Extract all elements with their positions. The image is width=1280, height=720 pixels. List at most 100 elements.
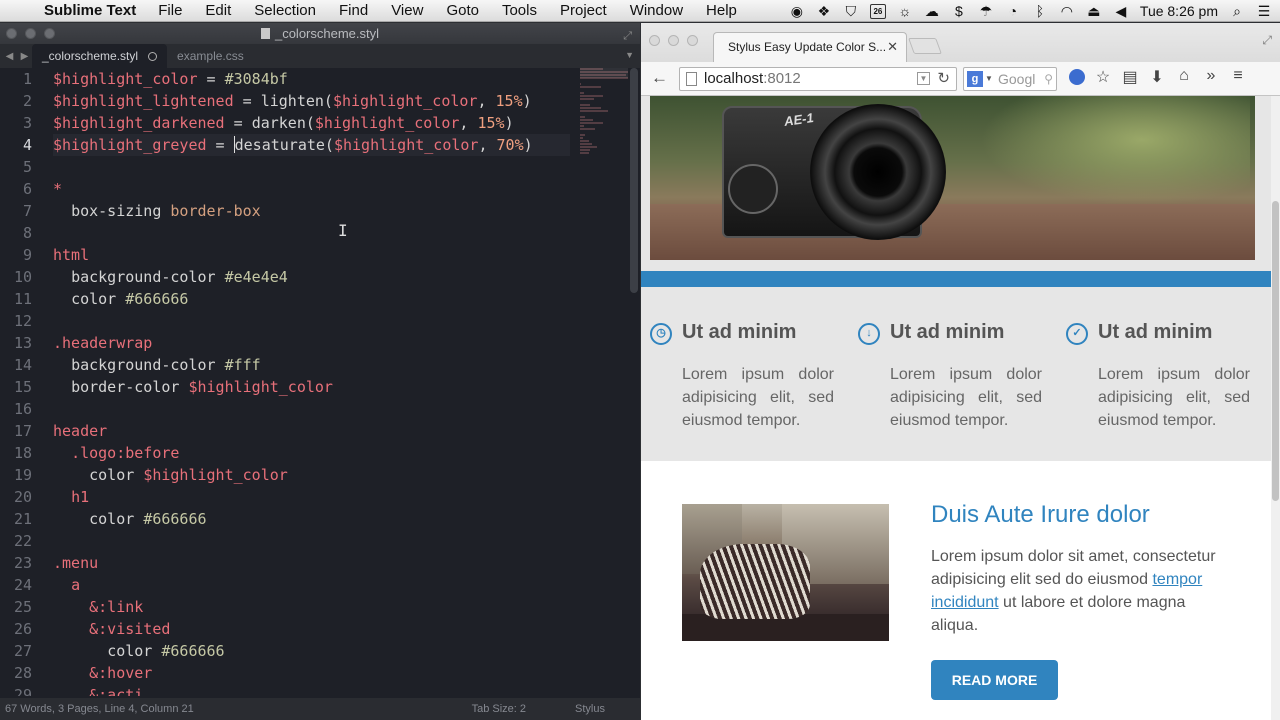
minimap-line [580, 140, 589, 142]
code-line[interactable]: &:hover [53, 662, 570, 684]
dropbox-icon[interactable]: ❖ [816, 3, 832, 20]
code-line[interactable]: .headerwrap [53, 332, 570, 354]
browser-close-button[interactable] [649, 35, 660, 46]
minimap[interactable] [580, 68, 628, 228]
browser-minimize-button[interactable] [668, 35, 679, 46]
menu-edit[interactable]: Edit [205, 2, 231, 19]
code-line[interactable]: $highlight_darkened = darken($highlight_… [53, 112, 570, 134]
eject-icon[interactable]: ⏏ [1086, 3, 1102, 20]
menu-project[interactable]: Project [560, 2, 607, 19]
home-icon[interactable]: ⌂ [1175, 67, 1193, 87]
code-line[interactable]: color #666666 [53, 508, 570, 530]
editor-scrollbar[interactable] [630, 68, 638, 293]
code-line[interactable]: h1 [53, 486, 570, 508]
code-line[interactable]: header [53, 420, 570, 442]
browser-fullscreen-icon[interactable]: ⤢ [1262, 33, 1272, 48]
code-line[interactable] [53, 310, 570, 332]
code-line[interactable]: &:link [53, 596, 570, 618]
code-line[interactable]: color #666666 [53, 640, 570, 662]
shield-icon[interactable]: ⛉ [843, 3, 859, 20]
code-line[interactable] [53, 222, 570, 244]
persona-icon[interactable] [1069, 69, 1085, 85]
syntax-selector[interactable]: Stylus [575, 698, 605, 720]
code-line[interactable]: * [53, 178, 570, 200]
code-line[interactable]: color $highlight_color [53, 464, 570, 486]
calendar-icon[interactable]: 26 [869, 3, 886, 19]
code-line[interactable]: .menu [53, 552, 570, 574]
search-icon[interactable]: ⚲ [1044, 68, 1053, 90]
code-line[interactable]: &:visited [53, 618, 570, 640]
bluetooth-icon[interactable]: ᛒ [1032, 3, 1048, 19]
code-line[interactable] [53, 156, 570, 178]
code-line[interactable]: $highlight_color = #3084bf [53, 68, 570, 90]
tab-next-icon[interactable]: ▶ [21, 51, 29, 62]
overflow-icon[interactable]: » [1202, 67, 1220, 87]
minimize-window-button[interactable] [25, 28, 36, 39]
code-editor[interactable]: 1 2 3 4 5 6 7 8 9 10 11 12 13 14 15 16 17 18 19 20 21 22 23 24 2… [0, 68, 640, 696]
menu-tools[interactable]: Tools [502, 2, 537, 19]
menu-goto[interactable]: Goto [446, 2, 479, 19]
browser-tab[interactable]: Stylus Easy Update Color S... ✕ [713, 32, 907, 62]
code-line[interactable]: border-color $highlight_color [53, 376, 570, 398]
menu-help[interactable]: Help [706, 2, 737, 19]
back-button[interactable]: ← [651, 68, 668, 88]
dollar-icon[interactable]: $ [951, 3, 967, 19]
unsaved-dot-icon[interactable] [148, 51, 158, 61]
umbrella-icon[interactable]: ☂ [978, 3, 994, 20]
clipboard-icon[interactable]: ▤ [1121, 67, 1139, 87]
code-line[interactable]: a [53, 574, 570, 596]
tab-example-css[interactable]: example.css [167, 44, 254, 68]
time-machine-icon[interactable]: ◔ [1005, 3, 1021, 19]
clock[interactable]: Tue 8:26 pm [1140, 3, 1218, 19]
tab-menu-icon[interactable]: ▼ [625, 50, 634, 60]
search-engine-dropdown-icon[interactable]: ▼ [985, 68, 993, 90]
tab-colorscheme[interactable]: _colorscheme.styl [32, 44, 168, 68]
browser-scrollbar[interactable] [1271, 96, 1280, 720]
code-line[interactable]: html [53, 244, 570, 266]
code-line[interactable]: $highlight_lightened = lighten($highligh… [53, 90, 570, 112]
code-line[interactable]: &:acti [53, 684, 570, 696]
code-line[interactable] [53, 398, 570, 420]
google-icon[interactable]: g [967, 71, 983, 87]
close-window-button[interactable] [6, 28, 17, 39]
app-menu[interactable]: Sublime Text [44, 2, 136, 19]
code-area[interactable]: $highlight_color = #3084bf $highlight_lig… [53, 68, 570, 696]
close-tab-icon[interactable]: ✕ [887, 33, 898, 61]
menu-view[interactable]: View [391, 2, 423, 19]
tab-size-selector[interactable]: Tab Size: 2 [472, 698, 526, 720]
code-line[interactable]: $highlight_greyed = desaturate($highligh… [53, 134, 570, 156]
cloud-icon[interactable]: ☁ [924, 3, 940, 20]
page-viewport[interactable]: AE-1 ◷ Ut ad minim Lorem ipsum dolor adi… [641, 96, 1271, 720]
menu-find[interactable]: Find [339, 2, 368, 19]
search-box[interactable]: g ▼ Googl ⚲ [963, 67, 1057, 91]
brightness-icon[interactable]: ☼ [897, 3, 913, 19]
code-line[interactable]: background-color #fff [53, 354, 570, 376]
notification-center-icon[interactable]: ☰ [1256, 3, 1272, 20]
hamburger-menu-icon[interactable]: ≡ [1229, 67, 1247, 87]
line-number: 27 [13, 642, 32, 660]
spotlight-icon[interactable]: ⌕ [1229, 3, 1245, 20]
url-bar[interactable]: localhost:8012 ▼ ↻ [679, 67, 957, 91]
menu-file[interactable]: File [158, 2, 182, 19]
menu-window[interactable]: Window [630, 2, 683, 19]
code-line[interactable]: background-color #e4e4e4 [53, 266, 570, 288]
reload-icon[interactable]: ↻ [937, 68, 950, 90]
new-tab-button[interactable] [908, 38, 942, 54]
wifi-icon[interactable]: ◠ [1059, 3, 1075, 20]
code-line[interactable]: .logo:before [53, 442, 570, 464]
zoom-window-button[interactable] [44, 28, 55, 39]
download-arrow-icon[interactable]: ⬇ [1148, 67, 1166, 87]
minimap-viewport[interactable] [580, 68, 628, 78]
scrollbar-thumb[interactable] [1272, 201, 1279, 501]
read-more-button[interactable]: READ MORE [931, 660, 1058, 700]
menu-selection[interactable]: Selection [254, 2, 316, 19]
bookmark-star-icon[interactable]: ☆ [1094, 67, 1112, 87]
volume-icon[interactable]: ◀ [1113, 3, 1129, 20]
code-line[interactable]: color #666666 [53, 288, 570, 310]
browser-zoom-button[interactable] [687, 35, 698, 46]
code-line[interactable] [53, 530, 570, 552]
bookmark-dropdown-icon[interactable]: ▼ [917, 72, 930, 85]
creative-cloud-icon[interactable]: ◉ [789, 3, 805, 20]
code-line[interactable]: box-sizing border-box [53, 200, 570, 222]
tab-prev-icon[interactable]: ◀ [6, 51, 14, 62]
